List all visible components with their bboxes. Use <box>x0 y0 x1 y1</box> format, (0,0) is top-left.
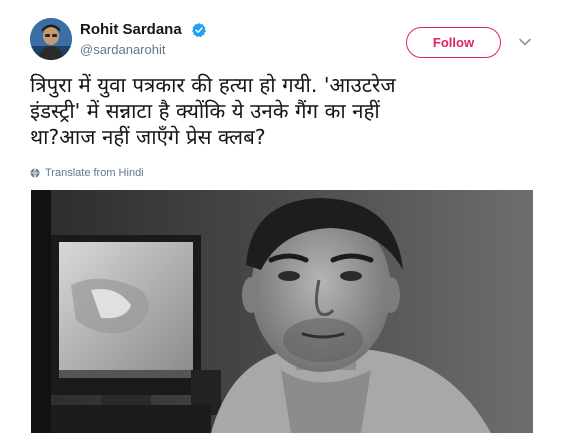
translate-label: Translate from Hindi <box>45 167 144 179</box>
verified-badge-icon <box>192 23 206 38</box>
tweet-text: त्रिपुरा में युवा पत्रकार की हत्या हो गय… <box>30 72 535 150</box>
globe-icon <box>30 168 40 178</box>
photo-image <box>31 190 533 433</box>
user-avatar-icon <box>30 18 72 60</box>
tweet-text-line: इंडस्ट्री' में सन्नाटा है क्योंकि ये उनक… <box>30 99 380 123</box>
avatar[interactable] <box>30 18 72 60</box>
translate-link[interactable]: Translate from Hindi <box>30 167 144 179</box>
tweet-text-line: त्रिपुरा में युवा पत्रकार की हत्या हो गय… <box>30 73 396 97</box>
follow-button[interactable]: Follow <box>406 27 501 58</box>
user-handle[interactable]: @sardanarohit <box>80 42 165 57</box>
chevron-down-icon[interactable] <box>518 35 532 49</box>
tweet-photo[interactable] <box>31 190 533 433</box>
tweet-card: Rohit Sardana @sardanarohit Follow त्रिप… <box>0 0 563 433</box>
display-name[interactable]: Rohit Sardana <box>80 21 182 38</box>
tweet-text-line: था?आज नहीं जाएँगे प्रेस क्लब? <box>30 125 266 149</box>
